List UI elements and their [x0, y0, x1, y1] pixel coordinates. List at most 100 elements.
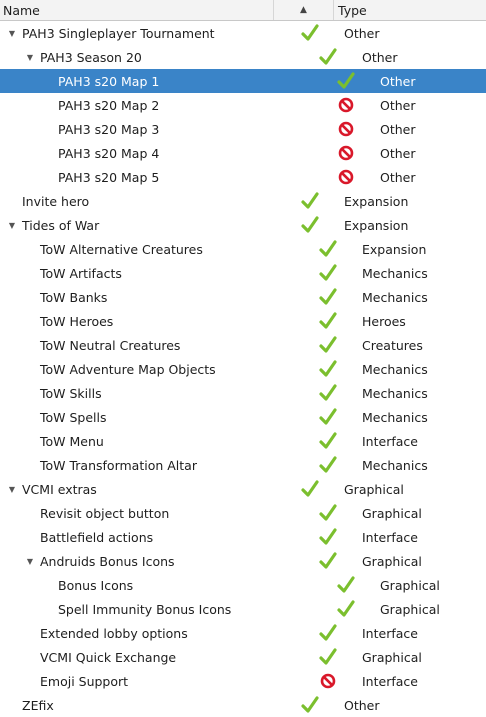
- expand-arrow-icon[interactable]: ▼: [6, 29, 18, 38]
- row-name-label: PAH3 Season 20: [40, 49, 142, 65]
- tree-row[interactable]: ToW Neutral Creatures Creatures: [0, 333, 486, 357]
- tree-row[interactable]: ▼ Tides of War Expansion: [0, 213, 486, 237]
- name-cell: VCMI Quick Exchange: [0, 650, 298, 665]
- tree-row[interactable]: ▼ PAH3 Season 20 Other: [0, 45, 486, 69]
- name-cell: PAH3 s20 Map 5: [0, 170, 316, 185]
- mod-tree-view[interactable]: Name ▲ Type ▼ PAH3 Singleplayer Tournamen…: [0, 0, 486, 714]
- status-cell[interactable]: [316, 576, 376, 594]
- tree-row[interactable]: ToW Adventure Map Objects Mechanics: [0, 357, 486, 381]
- status-cell[interactable]: [298, 456, 358, 474]
- expand-arrow-icon[interactable]: ▼: [24, 53, 36, 62]
- status-cell[interactable]: [298, 648, 358, 666]
- status-cell[interactable]: [298, 48, 358, 66]
- name-cell: ▼ PAH3 Season 20: [0, 50, 298, 65]
- tree-row[interactable]: ▼ PAH3 Singleplayer Tournament Other: [0, 21, 486, 45]
- name-cell: ToW Neutral Creatures: [0, 338, 298, 353]
- type-cell: Other: [380, 97, 416, 113]
- expand-arrow-icon[interactable]: ▼: [24, 557, 36, 566]
- row-name-label: PAH3 s20 Map 1: [58, 73, 160, 89]
- tree-row[interactable]: VCMI Quick Exchange Graphical: [0, 645, 486, 669]
- tree-row[interactable]: Emoji Support Interface: [0, 669, 486, 693]
- tree-row[interactable]: ToW Banks Mechanics: [0, 285, 486, 309]
- type-cell: Other: [362, 49, 398, 65]
- status-cell[interactable]: [316, 121, 376, 137]
- row-name-label: PAH3 s20 Map 4: [58, 145, 160, 161]
- type-cell: Graphical: [362, 505, 422, 521]
- status-cell[interactable]: [298, 384, 358, 402]
- status-cell[interactable]: [298, 336, 358, 354]
- tree-row[interactable]: Revisit object button Graphical: [0, 501, 486, 525]
- column-header-name[interactable]: Name: [0, 0, 274, 20]
- row-name-label: ZEfix: [22, 697, 54, 713]
- status-cell[interactable]: [298, 528, 358, 546]
- name-cell: ▼ PAH3 Singleplayer Tournament: [0, 26, 280, 41]
- tree-row[interactable]: ToW Menu Interface: [0, 429, 486, 453]
- status-cell[interactable]: [280, 696, 340, 714]
- tree-row[interactable]: PAH3 s20 Map 4 Other: [0, 141, 486, 165]
- check-icon: [319, 552, 337, 570]
- tree-row[interactable]: ToW Transformation Altar Mechanics: [0, 453, 486, 477]
- row-name-label: Extended lobby options: [40, 625, 188, 641]
- check-icon: [319, 48, 337, 66]
- check-icon: [319, 240, 337, 258]
- row-name-label: PAH3 s20 Map 3: [58, 121, 160, 137]
- status-cell[interactable]: [298, 264, 358, 282]
- check-icon: [319, 456, 337, 474]
- status-cell[interactable]: [298, 552, 358, 570]
- tree-row[interactable]: ToW Artifacts Mechanics: [0, 261, 486, 285]
- check-icon: [319, 504, 337, 522]
- status-cell[interactable]: [280, 480, 340, 498]
- tree-row[interactable]: ▼ VCMI extras Graphical: [0, 477, 486, 501]
- name-cell: PAH3 s20 Map 4: [0, 146, 316, 161]
- status-cell[interactable]: [280, 216, 340, 234]
- tree-row[interactable]: PAH3 s20 Map 5 Other: [0, 165, 486, 189]
- blocked-icon: [320, 673, 336, 689]
- tree-row[interactable]: Battlefield actions Interface: [0, 525, 486, 549]
- tree-row[interactable]: Bonus Icons Graphical: [0, 573, 486, 597]
- tree-row[interactable]: PAH3 s20 Map 3 Other: [0, 117, 486, 141]
- row-name-label: Tides of War: [22, 217, 100, 233]
- status-cell[interactable]: [280, 24, 340, 42]
- check-icon: [319, 384, 337, 402]
- expand-arrow-icon[interactable]: ▼: [6, 485, 18, 494]
- row-name-label: ToW Transformation Altar: [40, 457, 197, 473]
- tree-row[interactable]: ToW Heroes Heroes: [0, 309, 486, 333]
- check-icon: [301, 24, 319, 42]
- tree-row[interactable]: Extended lobby options Interface: [0, 621, 486, 645]
- status-cell[interactable]: [298, 504, 358, 522]
- tree-row[interactable]: PAH3 s20 Map 1 Other: [0, 69, 486, 93]
- tree-row[interactable]: ZEfix Other: [0, 693, 486, 717]
- status-cell[interactable]: [298, 360, 358, 378]
- row-name-label: ToW Banks: [40, 289, 108, 305]
- status-cell[interactable]: [316, 97, 376, 113]
- type-cell: Other: [380, 169, 416, 185]
- status-cell[interactable]: [298, 240, 358, 258]
- status-cell[interactable]: [298, 673, 358, 689]
- column-header-status[interactable]: ▲: [274, 0, 334, 20]
- status-cell[interactable]: [280, 192, 340, 210]
- blocked-icon: [338, 169, 354, 185]
- status-cell[interactable]: [316, 169, 376, 185]
- status-cell[interactable]: [298, 432, 358, 450]
- tree-row[interactable]: PAH3 s20 Map 2 Other: [0, 93, 486, 117]
- status-cell[interactable]: [298, 288, 358, 306]
- tree-row[interactable]: ToW Spells Mechanics: [0, 405, 486, 429]
- status-cell[interactable]: [316, 600, 376, 618]
- tree-row[interactable]: ToW Skills Mechanics: [0, 381, 486, 405]
- status-cell[interactable]: [316, 72, 376, 90]
- name-cell: ToW Skills: [0, 386, 298, 401]
- tree-row[interactable]: Invite hero Expansion: [0, 189, 486, 213]
- column-header-type[interactable]: Type: [334, 0, 486, 20]
- tree-row[interactable]: Spell Immunity Bonus Icons Graphical: [0, 597, 486, 621]
- status-cell[interactable]: [298, 624, 358, 642]
- check-icon: [319, 336, 337, 354]
- blocked-icon: [338, 97, 354, 113]
- check-icon: [301, 480, 319, 498]
- status-cell[interactable]: [298, 312, 358, 330]
- blocked-icon: [338, 121, 354, 137]
- tree-row[interactable]: ToW Alternative Creatures Expansion: [0, 237, 486, 261]
- tree-row[interactable]: ▼ Andruids Bonus Icons Graphical: [0, 549, 486, 573]
- status-cell[interactable]: [316, 145, 376, 161]
- status-cell[interactable]: [298, 408, 358, 426]
- expand-arrow-icon[interactable]: ▼: [6, 221, 18, 230]
